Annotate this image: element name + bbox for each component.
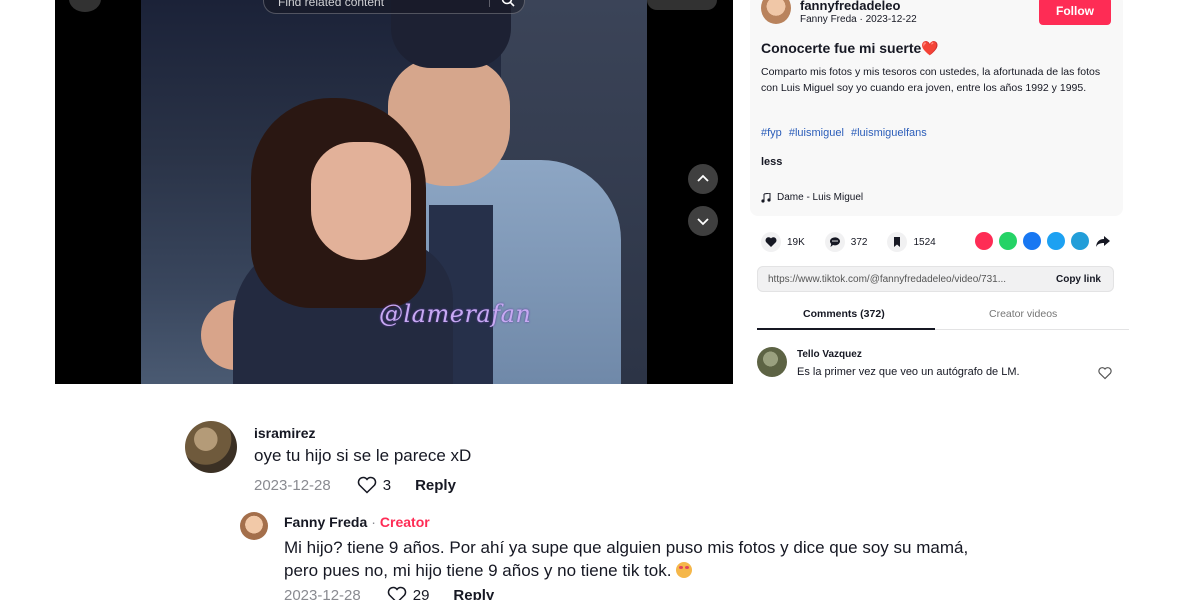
comment-like-count: 3 [382,476,392,494]
post-title: Conocerte fue mi suerte❤️ [761,40,939,56]
panel-tabs: Comments (372) Creator videos [757,306,1129,330]
comment-date: 2023-12-28 [254,476,331,494]
chevron-up-icon [697,174,709,182]
related-search-input[interactable]: Find related content [263,0,525,14]
video-link-box: https://www.tiktok.com/@fannyfredadeleo/… [757,266,1114,292]
comment-text: Es la primer vez que veo un autógrafo de… [797,366,1020,378]
hashtag-link[interactable]: #luismiguelfans [851,127,927,139]
telegram-icon[interactable] [1071,232,1089,250]
comment-meta: 2023-12-28 3 Reply [254,476,456,494]
save-button[interactable]: 1524 [887,232,936,252]
more-options-button[interactable] [647,0,717,10]
search-placeholder: Find related content [278,0,385,9]
comment-username[interactable]: Tello Vazquez [797,349,862,360]
previous-video-button[interactable] [688,164,718,194]
facebook-icon[interactable] [1023,232,1041,250]
share-arrow-icon[interactable] [1095,232,1111,250]
reply-like-count: 29 [412,586,430,600]
next-video-button[interactable] [688,206,718,236]
active-tab-indicator [757,328,935,330]
reply-date: 2023-12-28 [284,586,361,600]
tab-comments[interactable]: Comments (372) [803,308,885,320]
less-toggle[interactable]: less [761,156,782,168]
comment-text: oye tu hijo si se le parece xD [254,446,472,465]
reply-author: Fanny Freda · Creator [284,514,430,530]
bookmark-icon [894,237,901,247]
reply-button[interactable]: Reply [453,587,494,600]
music-link[interactable]: Dame - Luis Miguel [761,192,863,203]
music-note-icon [761,192,771,203]
like-button[interactable]: 19K [761,232,805,252]
avatar[interactable] [185,421,237,473]
tab-creator-videos[interactable]: Creator videos [989,308,1057,320]
save-count: 1524 [913,236,936,248]
engagement-stats: 19K 372 1524 [761,232,956,252]
chevron-down-icon [697,218,709,226]
video-watermark: @lamerafan [379,300,532,328]
post-side-panel: fannyfredadeleo Fanny Freda · 2023-12-22… [733,0,1143,384]
repost-icon[interactable] [975,232,993,250]
smiling-hearts-emoji-icon [676,562,693,578]
comment-icon [829,237,840,247]
heart-outline-icon[interactable] [387,586,407,600]
video-link-url[interactable]: https://www.tiktok.com/@fannyfredadeleo/… [768,274,1006,285]
description-card [750,0,1123,216]
reply-username[interactable]: Fanny Freda [284,514,367,530]
post-date: 2023-12-22 [865,14,917,25]
follow-button[interactable]: Follow [1039,0,1111,25]
reply-meta: 2023-12-28 29 Reply [284,586,494,600]
heart-outline-icon[interactable] [1098,366,1112,380]
video-player[interactable]: Find related content @lamerafan [55,0,733,384]
copy-link-button[interactable]: Copy link [1056,274,1101,285]
post-description: Comparto mis fotos y mis tesoros con ust… [761,66,1101,94]
author-username[interactable]: fannyfredadeleo [800,0,900,13]
reply-text-line: Mi hijo? tiene 9 años. Por ahí ya supe q… [284,538,969,557]
reply-button[interactable]: Reply [415,477,456,494]
share-buttons [975,232,1111,250]
comment-button[interactable]: 372 [824,232,868,252]
whatsapp-icon[interactable] [999,232,1017,250]
comment-username[interactable]: isramirez [254,425,315,441]
hashtag-link[interactable]: #luismiguel [789,127,844,139]
avatar[interactable] [240,512,268,540]
creator-badge: Creator [379,514,430,530]
author-display-name: Fanny Freda [800,14,857,25]
reply-text: Mi hijo? tiene 9 años. Por ahí ya supe q… [284,536,1044,582]
music-title: Dame - Luis Miguel [777,192,864,203]
twitter-icon[interactable] [1047,232,1065,250]
hashtag-link[interactable]: #fyp [761,127,782,139]
like-count: 19K [787,236,805,248]
hashtag-list: #fyp #luismiguel #luismiguelfans [761,127,931,139]
search-icon[interactable] [500,0,516,8]
close-icon[interactable] [69,0,101,12]
reply-text-line: pero pues no, mi hijo tiene 9 años y no … [284,561,672,580]
separator: · [371,514,376,530]
heart-outline-icon[interactable] [357,476,377,494]
avatar[interactable] [757,347,787,377]
heart-icon [765,237,777,247]
author-meta: Fanny Freda · 2023-12-22 [800,14,917,25]
comment-count: 372 [850,236,868,248]
